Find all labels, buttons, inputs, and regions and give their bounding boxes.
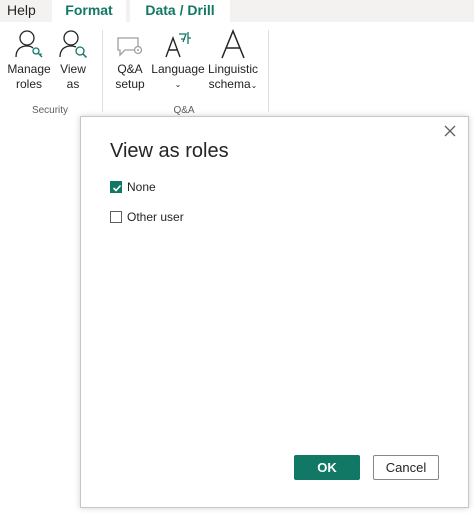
person-key-icon [15,30,43,58]
tab-help[interactable]: Help [7,0,36,22]
cancel-button[interactable]: Cancel [373,455,439,480]
person-search-icon [59,30,88,59]
other-user-label: Other user [127,210,184,224]
security-group-label: Security [31,105,69,116]
dialog-title: View as roles [110,140,229,162]
tab-format[interactable]: Format [52,0,126,22]
none-label: None [127,180,156,194]
other-user-checkbox[interactable] [110,211,122,223]
none-checkbox[interactable] [110,181,122,193]
language-chevron-down-icon: ⌄ [174,80,182,89]
close-icon [444,125,456,137]
language-button[interactable]: Language ⌄ [150,28,206,92]
linguistic-schema-button[interactable]: Linguistic schema⌄ [206,28,260,93]
view-as-label-line1: View [60,62,86,76]
manage-roles-label-line1: Manage [7,62,51,76]
qa-setup-label-line1: Q&A [117,62,143,76]
ribbon: Manage roles View as Q&A setup Language … [0,22,270,118]
view-as-roles-dialog: View as roles None Other user OK Cancel [80,116,469,508]
language-icon [165,32,191,58]
qa-setup-button[interactable]: Q&A setup [110,28,150,92]
manage-roles-label-line2: roles [15,77,42,91]
close-button[interactable] [442,123,458,139]
option-other-user[interactable]: Other user [110,209,184,225]
qa-group-label: Q&A [173,105,195,116]
language-label-line1: Language [151,62,205,76]
chat-gear-icon [117,37,143,57]
linguistic-schema-icon [221,29,245,59]
view-as-label-line2: as [66,77,80,91]
option-none[interactable]: None [110,179,156,195]
linguistic-schema-label-line2: schema⌄ [206,77,260,93]
qa-setup-label-line2: setup [115,77,145,91]
ribbon-tab-bar: Help Format Data / Drill [0,0,474,22]
linguistic-schema-label-text: schema [208,77,251,91]
tab-data-drill[interactable]: Data / Drill [130,0,230,22]
view-as-button[interactable]: View as [56,28,90,92]
linguistic-schema-label-line1: Linguistic [207,62,259,76]
ribbon-group-divider [268,30,269,112]
ok-button[interactable]: OK [294,455,360,480]
checkmark-icon [112,184,122,192]
manage-roles-button[interactable]: Manage roles [6,28,52,92]
ribbon-group-divider [102,30,103,112]
linguistic-schema-chevron-down-icon: ⌄ [250,81,258,90]
